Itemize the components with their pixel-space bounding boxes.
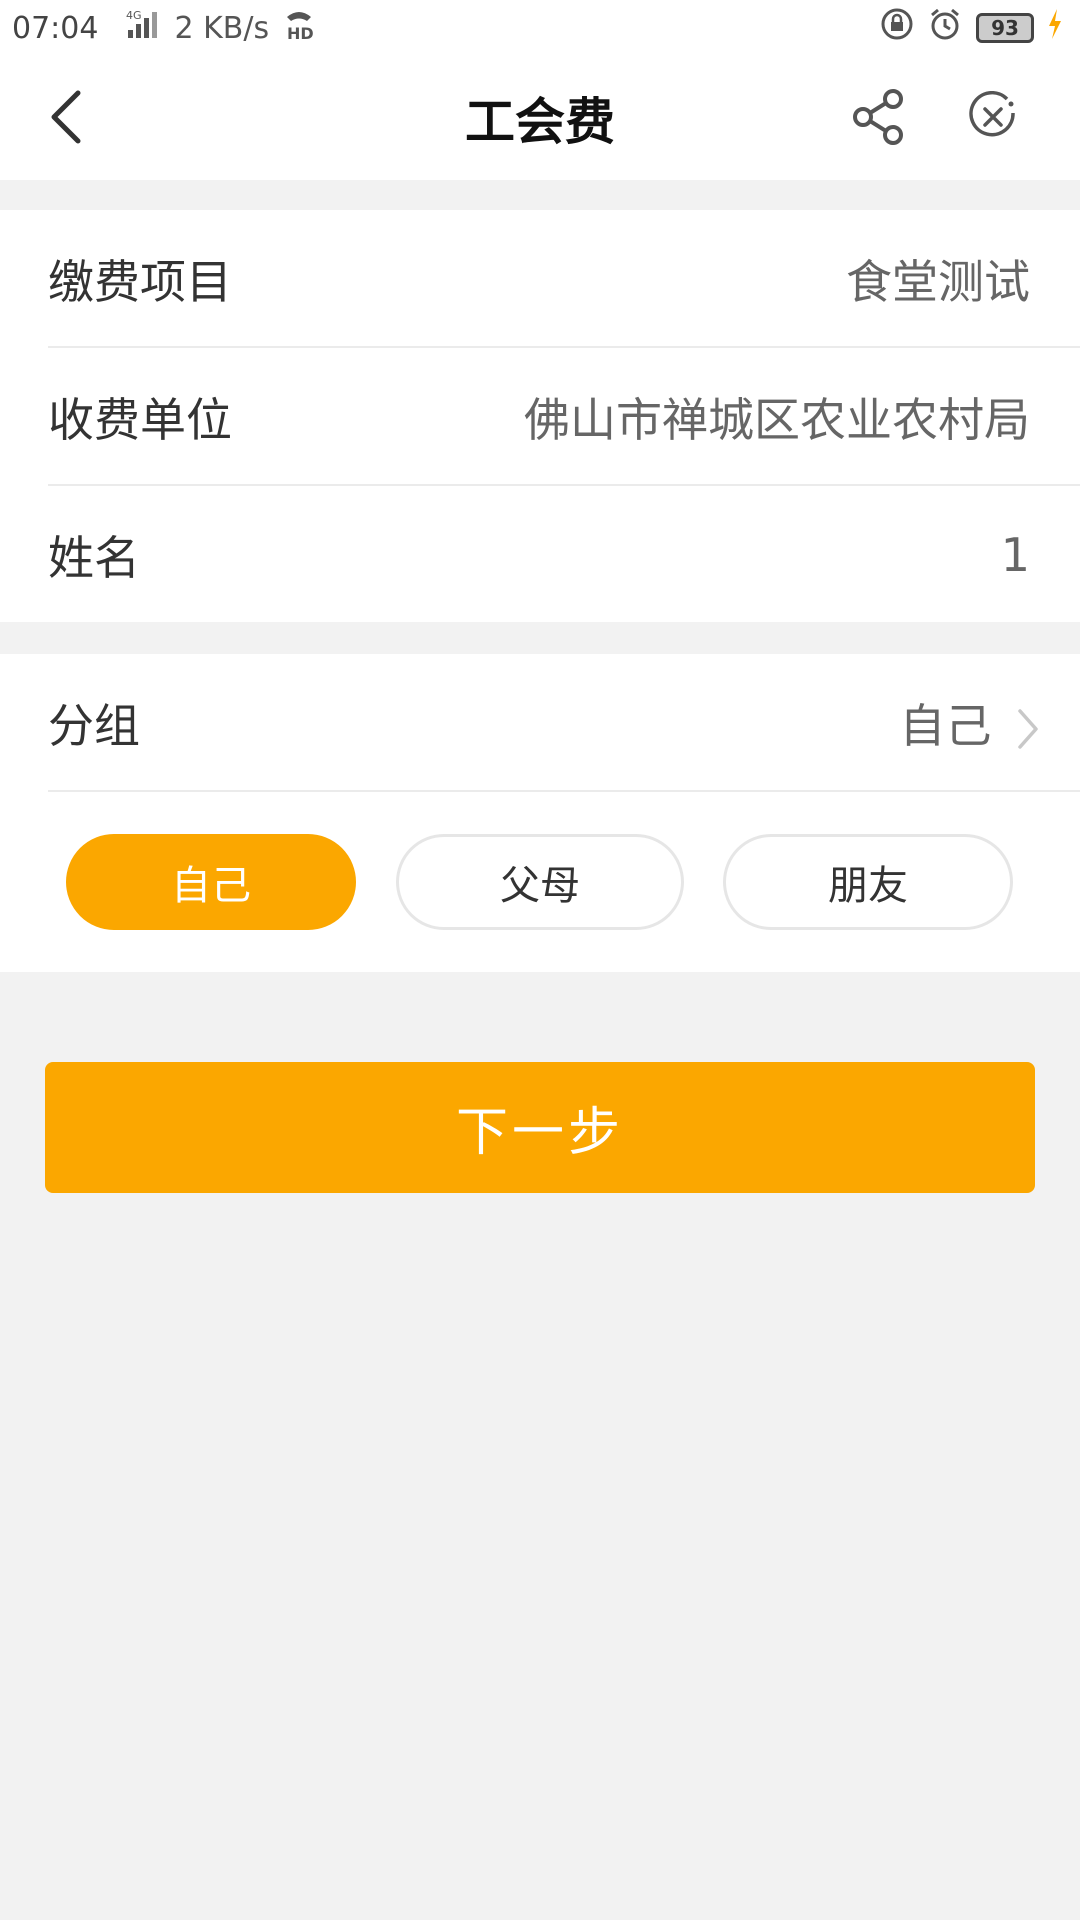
title-bar: 工会费 bbox=[0, 56, 1080, 180]
group-card: 分组 自己 自己 父母 朋友 bbox=[0, 654, 1080, 972]
row-label: 收费单位 bbox=[48, 392, 232, 447]
page-title: 工会费 bbox=[465, 93, 615, 151]
group-label: 分组 bbox=[48, 698, 140, 753]
row-payment-item: 缴费项目 食堂测试 bbox=[48, 210, 1080, 347]
status-time: 07:04 bbox=[12, 10, 99, 46]
chevron-right-icon bbox=[1018, 709, 1038, 749]
group-option-parents[interactable]: 父母 bbox=[396, 834, 684, 930]
row-value: 1 bbox=[1000, 527, 1030, 582]
alarm-icon bbox=[928, 7, 962, 49]
signal-icon: 4G bbox=[112, 8, 160, 48]
divider bbox=[48, 790, 1080, 792]
row-label: 姓名 bbox=[48, 530, 140, 585]
hd-call-icon: HD bbox=[283, 7, 315, 49]
status-bar: 07:04 4G 2 KB/s HD 93 bbox=[0, 0, 1080, 56]
network-speed: 2 KB/s bbox=[174, 10, 270, 46]
group-value-wrap: 自己 bbox=[899, 690, 1040, 756]
payment-details-card: 缴费项目 食堂测试 收费单位 佛山市禅城区农业农村局 姓名 1 bbox=[0, 210, 1080, 622]
next-step-button[interactable]: 下一步 bbox=[45, 1062, 1035, 1193]
status-bar-left: 07:04 4G 2 KB/s HD bbox=[12, 7, 315, 49]
group-selector-row[interactable]: 分组 自己 bbox=[48, 654, 1080, 791]
row-payee-unit: 收费单位 佛山市禅城区农业农村局 bbox=[48, 348, 1080, 485]
charging-icon bbox=[1048, 9, 1062, 47]
battery-icon: 93 bbox=[976, 13, 1034, 43]
group-option-self[interactable]: 自己 bbox=[66, 834, 356, 930]
row-value: 食堂测试 bbox=[846, 254, 1030, 309]
close-button[interactable] bbox=[962, 86, 1024, 148]
share-button[interactable] bbox=[846, 84, 912, 150]
group-options: 自己 父母 朋友 bbox=[0, 834, 1080, 934]
hd-badge-label: HD bbox=[287, 24, 314, 41]
network-type-label: 4G bbox=[126, 9, 142, 22]
rotation-lock-icon bbox=[880, 7, 914, 49]
close-circle-icon bbox=[969, 91, 1015, 137]
row-value: 佛山市禅城区农业农村局 bbox=[524, 392, 1030, 447]
row-name: 姓名 1 bbox=[48, 486, 1080, 623]
row-label: 缴费项目 bbox=[48, 254, 232, 309]
status-bar-right: 93 bbox=[880, 7, 1062, 49]
group-value: 自己 bbox=[899, 698, 992, 753]
group-option-friends[interactable]: 朋友 bbox=[723, 834, 1013, 930]
share-icon bbox=[853, 89, 903, 145]
